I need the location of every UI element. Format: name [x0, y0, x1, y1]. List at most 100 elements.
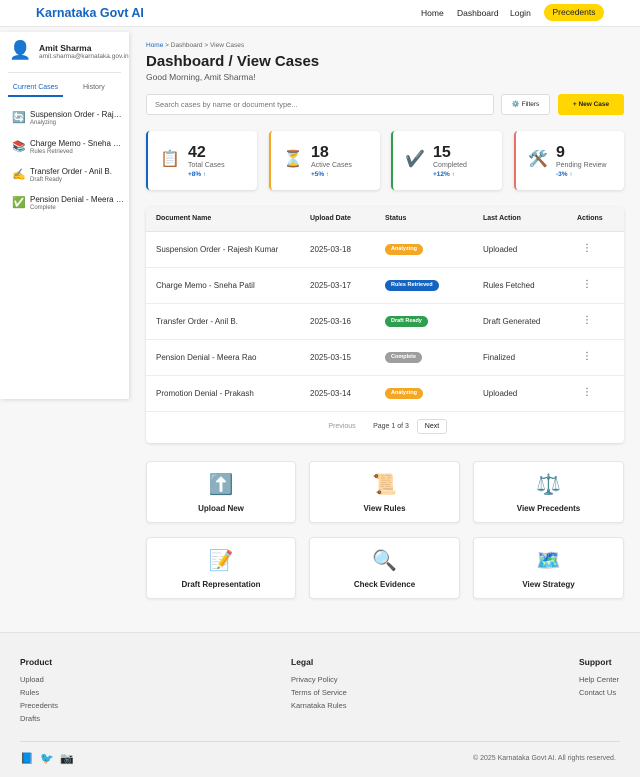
view-rules-card[interactable]: 📜 View Rules: [309, 461, 460, 523]
nav-login-link[interactable]: Login: [510, 8, 531, 18]
nav-dashboard-link[interactable]: Dashboard: [457, 8, 499, 18]
status-badge: Analyzing: [385, 244, 423, 255]
column-header[interactable]: Last Action: [483, 215, 521, 222]
stat-change: +5% ↑: [311, 171, 330, 178]
more-options-icon[interactable]: ⋮: [582, 279, 592, 290]
stat-label: Total Cases: [188, 162, 225, 169]
column-header: Actions: [577, 215, 603, 222]
footer-link-rules[interactable]: Rules: [20, 688, 39, 697]
footer-support-heading: Support: [579, 657, 612, 667]
tools-icon: 🛠️: [528, 151, 548, 168]
footer-link-help-center[interactable]: Help Center: [579, 675, 619, 684]
table-row[interactable]: Charge Memo - Sneha Patil 2025-03-17 Rul…: [146, 268, 624, 304]
more-options-icon[interactable]: ⋮: [582, 315, 592, 326]
column-header[interactable]: Status: [385, 215, 406, 222]
stat-card-active-cases: ⏳ 18 Active Cases +5% ↑: [269, 131, 380, 190]
case-status: Rules Retrieved: [30, 149, 73, 155]
active-tab-underline: [8, 95, 63, 97]
table-row[interactable]: Transfer Order - Anil B. 2025-03-16 Draf…: [146, 304, 624, 340]
hourglass-icon: ⏳: [283, 151, 303, 168]
breadcrumb-home-link[interactable]: Home: [146, 42, 163, 49]
upload-date: 2025-03-18: [310, 245, 351, 254]
document-name: Promotion Denial - Prakash: [156, 389, 254, 398]
cases-table: Document Name Upload Date Status Last Ac…: [146, 207, 624, 443]
pagination-next-button[interactable]: Next: [417, 419, 447, 434]
precedents-button[interactable]: Precedents: [544, 4, 604, 21]
action-label: View Rules: [363, 504, 406, 513]
pagination-previous[interactable]: Previous: [321, 419, 363, 434]
view-strategy-card[interactable]: 🗺️ View Strategy: [473, 537, 624, 599]
nav-home-link[interactable]: Home: [421, 8, 444, 18]
search-input[interactable]: [146, 94, 494, 115]
check-evidence-card[interactable]: 🔍 Check Evidence: [309, 537, 460, 599]
table-row[interactable]: Pension Denial - Meera Rao 2025-03-15 Co…: [146, 340, 624, 376]
column-header[interactable]: Document Name: [156, 215, 211, 222]
twitter-icon[interactable]: 🐦: [40, 752, 54, 765]
stat-value: 42: [188, 144, 206, 161]
case-status: Draft Ready: [30, 177, 63, 183]
facebook-icon[interactable]: 📘: [20, 752, 34, 765]
copyright-text: © 2025 Karnataka Govt AI. All rights res…: [473, 755, 616, 762]
new-case-button[interactable]: + New Case: [558, 94, 624, 115]
footer-link-karnataka-rules[interactable]: Karnataka Rules: [291, 701, 346, 710]
stat-card-completed: ✔️ 15 Completed +12% ↑: [391, 131, 502, 190]
action-label: Check Evidence: [353, 580, 416, 589]
document-name: Transfer Order - Anil B.: [156, 317, 238, 326]
more-options-icon[interactable]: ⋮: [582, 387, 592, 398]
more-options-icon[interactable]: ⋮: [582, 243, 592, 254]
last-action: Rules Fetched: [483, 281, 535, 290]
table-row[interactable]: Promotion Denial - Prakash 2025-03-14 An…: [146, 376, 624, 412]
tab-current-cases[interactable]: Current Cases: [8, 84, 63, 91]
memo-pencil-icon: 📝: [208, 550, 234, 572]
user-name: Amit Sharma: [39, 43, 92, 53]
check-mark-icon: ✔️: [405, 151, 425, 168]
brand-logo[interactable]: Karnataka Govt AI: [36, 6, 144, 20]
world-map-icon: 🗺️: [536, 550, 561, 572]
footer-link-privacy[interactable]: Privacy Policy: [291, 675, 338, 684]
last-action: Draft Generated: [483, 317, 541, 326]
column-header[interactable]: Upload Date: [310, 215, 351, 222]
table-row[interactable]: Suspension Order - Rajesh Kumar 2025-03-…: [146, 232, 624, 268]
books-icon: 📚: [12, 141, 26, 153]
tab-history[interactable]: History: [83, 84, 105, 91]
footer-link-drafts[interactable]: Drafts: [20, 714, 40, 723]
view-precedents-card[interactable]: ⚖️ View Precedents: [473, 461, 624, 523]
stat-change: +8% ↑: [188, 171, 207, 178]
case-title: Pension Denial - Meera Rao: [30, 195, 125, 204]
scroll-icon: 📜: [372, 474, 397, 496]
status-badge: Rules Retrieved: [385, 280, 439, 291]
writing-hand-icon: ✍️: [12, 169, 26, 181]
footer-product-heading: Product: [20, 657, 53, 667]
footer-link-terms[interactable]: Terms of Service: [291, 688, 347, 697]
greeting-text: Good Morning, Amit Sharma!: [146, 72, 256, 82]
action-label: View Strategy: [522, 580, 575, 589]
status-badge: Analyzing: [385, 388, 423, 399]
upload-date: 2025-03-17: [310, 281, 351, 290]
more-options-icon[interactable]: ⋮: [582, 351, 592, 362]
upload-date: 2025-03-16: [310, 317, 351, 326]
footer-link-precedents[interactable]: Precedents: [20, 701, 58, 710]
filters-button[interactable]: ⚙️ Filters: [501, 94, 550, 115]
footer-link-contact[interactable]: Contact Us: [579, 688, 616, 697]
draft-representation-card[interactable]: 📝 Draft Representation: [146, 537, 296, 599]
user-email: amit.sharma@karnataka.gov.in: [39, 53, 129, 60]
action-label: Draft Representation: [181, 580, 261, 589]
table-header: Document Name Upload Date Status Last Ac…: [146, 207, 624, 232]
case-status: Complete: [30, 205, 56, 211]
action-label: Upload New: [198, 504, 244, 513]
upload-date: 2025-03-14: [310, 389, 351, 398]
refresh-icon: 🔄: [12, 112, 26, 124]
footer-link-upload[interactable]: Upload: [20, 675, 44, 684]
document-name: Suspension Order - Rajesh Kumar: [156, 245, 279, 254]
stat-value: 18: [311, 144, 329, 161]
stat-card-total-cases: 📋 42 Total Cases +8% ↑: [146, 131, 257, 190]
stat-change: +12% ↑: [433, 171, 455, 178]
stat-card-pending-review: 🛠️ 9 Pending Review -3% ↑: [514, 131, 624, 190]
case-title: Suspension Order - Rajesh Kumar: [30, 110, 125, 119]
status-badge: Complete: [385, 352, 423, 363]
instagram-icon[interactable]: 📷: [60, 752, 74, 765]
upload-date: 2025-03-15: [310, 353, 351, 362]
footer: Product Upload Rules Precedents Drafts L…: [0, 632, 640, 777]
action-label: View Precedents: [516, 504, 581, 513]
upload-new-card[interactable]: ⬆️ Upload New: [146, 461, 296, 523]
